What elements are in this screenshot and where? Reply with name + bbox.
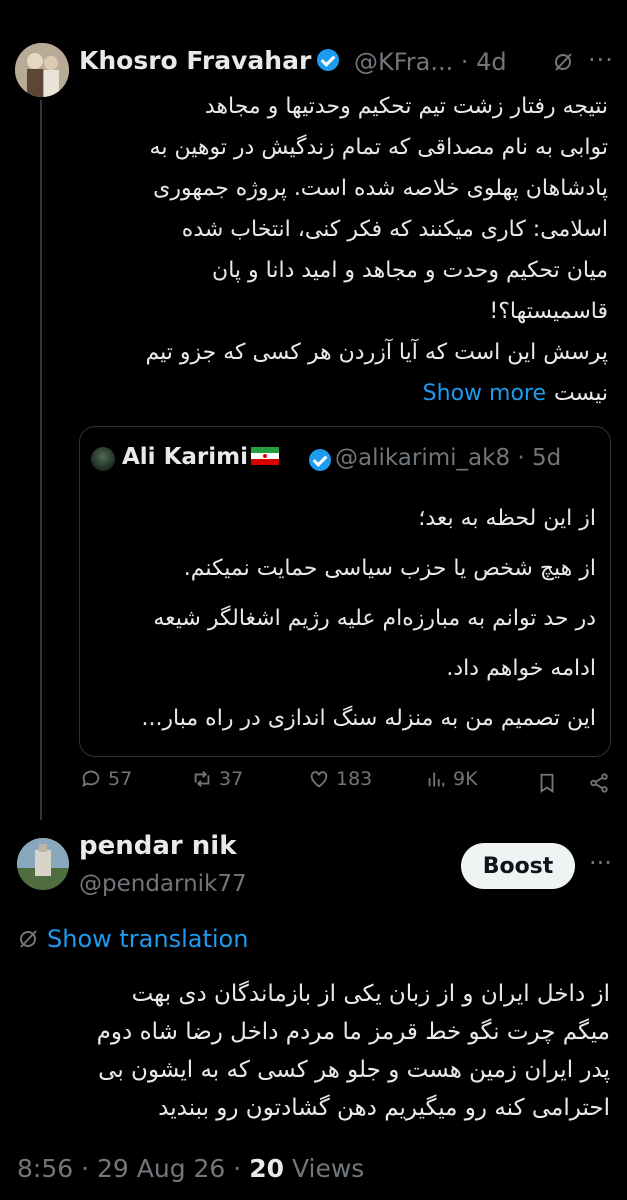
reply-text: از داخل ایران و از زبان یکی از بازماندگا… [16, 975, 610, 1127]
repost-icon [194, 771, 210, 787]
verified-badge-icon [309, 449, 331, 471]
quoted-author-name-text: Ali Karimi [122, 444, 248, 470]
verified-badge-icon [317, 49, 340, 71]
tweet-time[interactable]: · 4d [461, 48, 507, 76]
grok-icon[interactable] [552, 51, 574, 73]
reply-meta: 8:56 · 29 Aug 26 · 20 Views [17, 1154, 365, 1183]
reply-line: پدر ایران زمین هست و جلو هر کسی که به ای… [98, 1057, 610, 1083]
reply-views-label: Views [291, 1154, 365, 1183]
quoted-line: از هیچ شخص یا حزب سیاسی حمایت نمیکنم. [183, 556, 596, 581]
tweet-line: توابی به نام مصداقی که تمام زندگیش در تو… [149, 135, 608, 160]
tweet-action-bar: 57 37 183 9K [80, 768, 610, 800]
like-icon [310, 771, 328, 788]
tweet-line: نتیجه رفتار زشت تیم تحکیم وحدتیها و مجاه… [204, 94, 608, 119]
repost-button[interactable]: 37 [191, 768, 243, 790]
reply-date[interactable]: 29 Aug 26 [97, 1154, 225, 1183]
tweet-header-meta: @KFra... · 4d [354, 48, 507, 76]
author-name[interactable]: Khosro Fravahar [79, 46, 340, 75]
reply-icon [82, 770, 100, 788]
views-icon [428, 772, 445, 787]
show-translation-label: Show translation [47, 925, 249, 953]
reply-time[interactable]: 8:56 [17, 1154, 73, 1183]
quoted-tweet-text: از این لحظه به بعد؛ از هیچ شخص یا حزب سی… [92, 494, 596, 744]
show-translation-link[interactable]: Show translation [17, 925, 248, 953]
more-icon[interactable]: ··· [589, 849, 612, 877]
like-button[interactable]: 183 [308, 768, 372, 790]
bookmark-icon[interactable] [536, 772, 558, 794]
thread-connector-line [40, 100, 42, 820]
avatar-pendar-nik[interactable] [17, 838, 69, 890]
author-name-text: Khosro Fravahar [79, 46, 312, 75]
repost-count: 37 [219, 768, 244, 790]
tweet-line: میان تحکیم وحدت و مجاهد و امید دانا و پا… [212, 258, 608, 283]
quoted-author-name: Ali Karimi [122, 444, 279, 470]
quoted-line: در حد توانم به مبارزه‌ام علیه رژیم اشغال… [153, 606, 596, 631]
more-icon[interactable]: ··· [588, 46, 614, 74]
iran-flag-icon [251, 447, 279, 465]
avatar-ali-karimi [91, 447, 115, 471]
quoted-line: از این لحظه به بعد؛ [418, 506, 596, 531]
reply-author-handle[interactable]: @pendarnik77 [79, 871, 247, 897]
reply-views-count: 20 [249, 1154, 284, 1183]
tweet-line: پرسش این است که آیا آزردن هر کسی که جزو … [145, 340, 608, 365]
tweet-line: نیست [554, 381, 608, 406]
author-handle[interactable]: @KFra... [354, 48, 453, 76]
boost-button[interactable]: Boost [461, 843, 575, 889]
like-count: 183 [336, 768, 373, 790]
show-more-link[interactable]: Show more [423, 373, 546, 414]
views-button[interactable]: 9K [425, 768, 478, 790]
tweet-text: نتیجه رفتار زشت تیم تحکیم وحدتیها و مجاه… [80, 86, 608, 414]
reply-line: احترامی کنه رو میگیریم دهن گشادتون رو بب… [158, 1095, 610, 1121]
reply-button[interactable]: 57 [80, 768, 132, 790]
reply-author-name[interactable]: pendar nik [79, 831, 237, 861]
quoted-line: این تصمیم من به منزله سنگ اندازی در راه … [141, 706, 596, 731]
translate-icon [20, 930, 37, 948]
reply-line: از داخل ایران و از زبان یکی از بازماندگا… [131, 981, 610, 1007]
quoted-line: ادامه خواهم داد. [446, 656, 596, 681]
tweet-line: پادشاهان پهلوی خلاصه شده است. پروژه جمهو… [153, 176, 608, 201]
reply-line: میگم چرت نگو خط قرمز ما مردم داخل رضا شا… [96, 1019, 610, 1045]
share-icon[interactable] [588, 772, 610, 794]
avatar-khosro[interactable] [15, 43, 69, 97]
tweet-line: قاسمیستها؟! [489, 299, 608, 324]
quoted-author-handle: @alikarimi_ak8 · 5d [335, 445, 562, 471]
reply-count: 57 [108, 768, 133, 790]
views-count: 9K [453, 768, 478, 790]
tweet-line: اسلامی: کاری میکنند که فکر کنی، انتخاب ش… [181, 217, 608, 242]
